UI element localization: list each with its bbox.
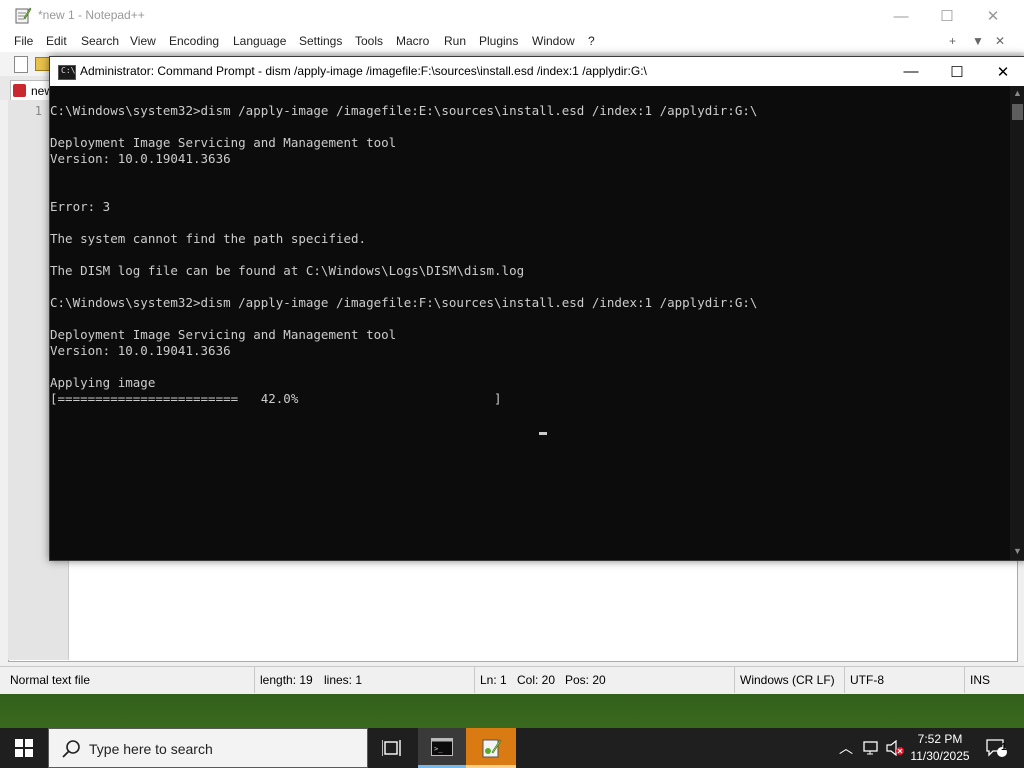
- taskbar-command-prompt[interactable]: >_: [418, 728, 466, 768]
- cmd-close-icon[interactable]: ✕: [980, 57, 1024, 86]
- tab-list-icon[interactable]: ▼: [972, 34, 984, 48]
- svg-text:>_: >_: [434, 745, 443, 753]
- menu-settings[interactable]: Settings: [299, 34, 342, 48]
- search-icon: [62, 740, 80, 758]
- menu-window[interactable]: Window: [532, 34, 575, 48]
- close-tab-icon[interactable]: ✕: [995, 34, 1005, 48]
- console-line: The DISM log file can be found at C:\Win…: [50, 263, 525, 278]
- windows-logo-icon: [15, 739, 33, 757]
- console-line: The system cannot find the path specifie…: [50, 231, 367, 246]
- console-line: Version: 10.0.19041.3636: [50, 151, 231, 166]
- volume-muted-icon[interactable]: [884, 728, 906, 768]
- task-view-button[interactable]: [372, 728, 412, 768]
- task-view-icon: [382, 740, 401, 756]
- status-mode: INS: [970, 673, 991, 687]
- progress-line: [======================== 42.0% ]: [50, 391, 502, 406]
- tab-new-1[interactable]: new: [10, 80, 53, 101]
- menu-language[interactable]: Language: [233, 34, 286, 48]
- console-output[interactable]: C:\Windows\system32>dism /apply-image /i…: [50, 86, 1010, 560]
- clock-date: 11/30/2025: [910, 749, 970, 763]
- status-length: length: 19: [260, 673, 313, 687]
- console-line: Applying image: [50, 375, 156, 390]
- system-clock[interactable]: 7:52 PM 11/30/2025: [906, 731, 974, 765]
- notepadpp-icon: [482, 739, 502, 758]
- menu-encoding[interactable]: Encoding: [169, 34, 219, 48]
- menu-view[interactable]: View: [130, 34, 156, 48]
- cmd-title-bar[interactable]: C:\ Administrator: Command Prompt - dism…: [50, 57, 1024, 86]
- line-number: 1: [34, 104, 42, 118]
- cmd-scrollbar[interactable]: ▲ ▼: [1010, 86, 1024, 560]
- status-col: Col: 20: [517, 673, 556, 687]
- menu-tools[interactable]: Tools: [355, 34, 383, 48]
- menu-file[interactable]: File: [14, 34, 33, 48]
- menu-search[interactable]: Search: [81, 34, 119, 48]
- notepadpp-icon: [15, 7, 32, 24]
- minimize-icon[interactable]: —: [878, 0, 924, 32]
- clock-time: 7:52 PM: [917, 732, 963, 746]
- maximize-icon[interactable]: ☐: [924, 0, 970, 32]
- text-cursor: [539, 432, 547, 435]
- search-placeholder: Type here to search: [89, 741, 213, 757]
- status-pos: Pos: 20: [565, 673, 606, 687]
- menu-plugins[interactable]: Plugins: [479, 34, 518, 48]
- scroll-down-icon[interactable]: ▼: [1013, 546, 1022, 556]
- start-button[interactable]: [0, 728, 48, 768]
- notification-center-button[interactable]: 1: [978, 728, 1014, 768]
- console-line: Version: 10.0.19041.3636: [50, 343, 231, 358]
- notepadpp-title-bar[interactable]: *new 1 - Notepad++ — ☐ ✕: [0, 0, 1024, 32]
- status-file-type: Normal text file: [10, 673, 91, 687]
- status-ln: Ln: 1: [480, 673, 507, 687]
- menu-macro[interactable]: Macro: [396, 34, 429, 48]
- scrollbar-thumb[interactable]: [1012, 104, 1023, 120]
- new-file-icon[interactable]: [14, 56, 28, 73]
- taskbar: Type here to search >_ ︿ 7:52 PM 11/30/2…: [0, 728, 1024, 768]
- close-icon[interactable]: ✕: [970, 0, 1016, 32]
- cmd-minimize-icon[interactable]: —: [888, 57, 934, 86]
- taskbar-notepadpp[interactable]: [466, 728, 516, 768]
- command-prompt-icon: >_: [431, 738, 453, 756]
- notepadpp-title: *new 1 - Notepad++: [38, 8, 145, 22]
- menu-help[interactable]: ?: [588, 34, 595, 48]
- console-line: Deployment Image Servicing and Managemen…: [50, 135, 397, 150]
- cmd-icon: C:\: [58, 65, 76, 80]
- console-line: Error: 3: [50, 199, 111, 214]
- console-line: C:\Windows\system32>dism /apply-image /i…: [50, 295, 758, 310]
- taskbar-search-box[interactable]: Type here to search: [48, 728, 368, 768]
- show-hidden-icons-icon[interactable]: ︿: [836, 728, 856, 768]
- notepadpp-status-bar: Normal text file length: 19 lines: 1 Ln:…: [0, 666, 1024, 693]
- command-prompt-window: C:\ Administrator: Command Prompt - dism…: [49, 56, 1024, 561]
- cmd-title: Administrator: Command Prompt - dism /ap…: [80, 64, 647, 78]
- cmd-maximize-icon[interactable]: ☐: [934, 57, 980, 86]
- network-icon[interactable]: [861, 728, 883, 768]
- unsaved-icon: [13, 84, 26, 97]
- menu-run[interactable]: Run: [444, 34, 466, 48]
- console-line: C:\Windows\system32>dism /apply-image /i…: [50, 103, 758, 118]
- notification-count: 1: [1001, 742, 1007, 753]
- console-line: Deployment Image Servicing and Managemen…: [50, 327, 397, 342]
- new-tab-icon[interactable]: +: [949, 34, 956, 48]
- status-encoding: UTF-8: [850, 673, 884, 687]
- status-lines: lines: 1: [324, 673, 363, 687]
- status-eol: Windows (CR LF): [740, 673, 835, 687]
- menu-edit[interactable]: Edit: [46, 34, 67, 48]
- notepadpp-menu-bar: File Edit Search View Encoding Language …: [0, 32, 1024, 52]
- scroll-up-icon[interactable]: ▲: [1013, 88, 1022, 98]
